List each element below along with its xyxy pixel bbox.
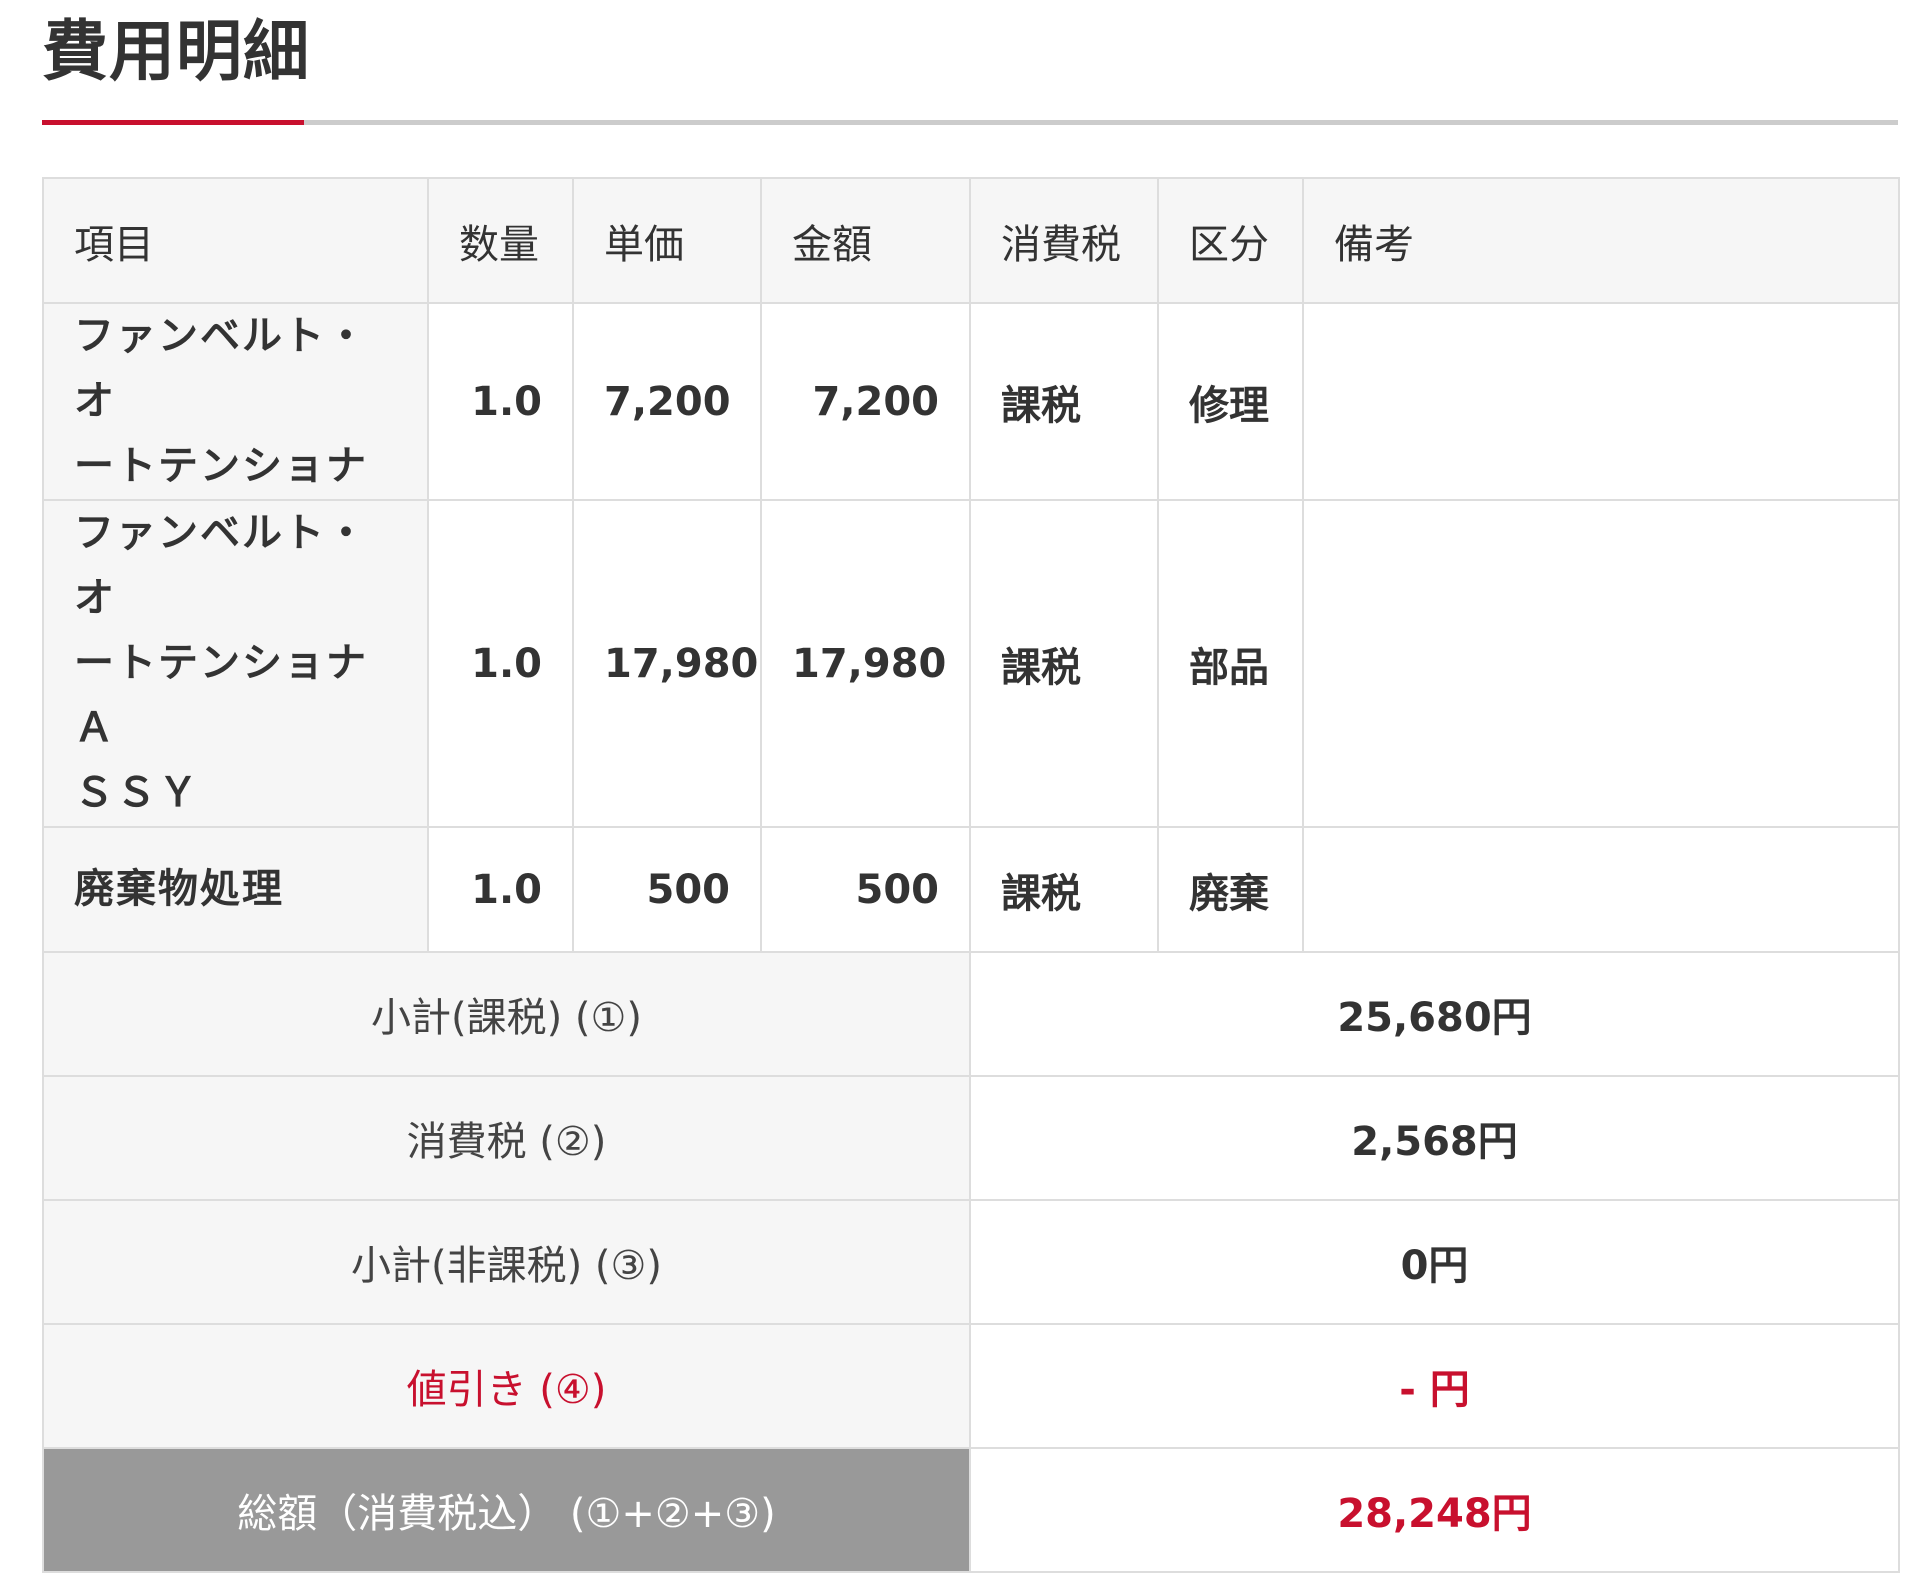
item-name-line: ファンベルト・オ	[74, 510, 368, 621]
item-qty: 1.0	[427, 302, 574, 501]
consumption-tax-label: 消費税 (②)	[42, 1075, 971, 1201]
header-amount: 金額	[760, 177, 971, 304]
summary-row-discount: 値引き (④) - 円	[42, 1323, 1900, 1449]
header-notes: 備考	[1302, 177, 1900, 304]
table-row: ファンベルト・オ ートテンショナ 1.0 7,200 7,200 課税 修理	[42, 302, 1900, 501]
item-name-line: 廃棄物処理	[74, 866, 284, 912]
item-qty: 1.0	[427, 499, 574, 828]
header-tax: 消費税	[969, 177, 1159, 304]
header-item: 項目	[42, 177, 429, 304]
table-header-row: 項目 数量 単価 金額 消費税 区分 備考	[42, 177, 1900, 304]
discount-value: - 円	[969, 1323, 1900, 1449]
item-unit-price: 7,200	[572, 302, 762, 501]
summary-row-total: 総額（消費税込） (①+②+③) 28,248円	[42, 1447, 1900, 1573]
item-category: 廃棄	[1157, 826, 1304, 953]
discount-label: 値引き (④)	[42, 1323, 971, 1449]
item-name-line: ートテンショナＡ	[74, 640, 368, 751]
item-amount: 17,980	[760, 499, 971, 828]
item-tax: 課税	[969, 826, 1159, 953]
header-unit-price: 単価	[572, 177, 762, 304]
subtotal-nontaxable-label: 小計(非課税) (③)	[42, 1199, 971, 1325]
summary-row-consumption-tax: 消費税 (②) 2,568円	[42, 1075, 1900, 1201]
item-name: 廃棄物処理	[42, 826, 429, 953]
item-name: ファンベルト・オ ートテンショナＡ ＳＳＹ	[42, 499, 429, 828]
summary-row-subtotal-taxable: 小計(課税) (①) 25,680円	[42, 951, 1900, 1077]
header-qty: 数量	[427, 177, 574, 304]
summary-row-subtotal-nontaxable: 小計(非課税) (③) 0円	[42, 1199, 1900, 1325]
cost-details-section: 費用明細 項目 数量 単価 金額 消費税 区分 備考 ファンベルト・オ ートテン…	[42, 0, 1900, 1573]
page-title: 費用明細	[42, 13, 310, 90]
header-category: 区分	[1157, 177, 1304, 304]
item-notes	[1302, 826, 1900, 953]
cost-table: 項目 数量 単価 金額 消費税 区分 備考 ファンベルト・オ ートテンショナ 1…	[42, 177, 1900, 1573]
item-amount: 500	[760, 826, 971, 953]
item-category: 修理	[1157, 302, 1304, 501]
item-tax: 課税	[969, 302, 1159, 501]
item-notes	[1302, 302, 1900, 501]
item-name-line: ファンベルト・オ	[74, 313, 368, 424]
title-divider-accent	[42, 120, 304, 125]
total-label: 総額（消費税込） (①+②+③)	[42, 1447, 971, 1573]
item-tax: 課税	[969, 499, 1159, 828]
subtotal-taxable-value: 25,680円	[969, 951, 1900, 1077]
table-row: 廃棄物処理 1.0 500 500 課税 廃棄	[42, 826, 1900, 953]
consumption-tax-value: 2,568円	[969, 1075, 1900, 1201]
subtotal-taxable-label: 小計(課税) (①)	[42, 951, 971, 1077]
item-qty: 1.0	[427, 826, 574, 953]
item-amount: 7,200	[760, 302, 971, 501]
item-name-line: ＳＳＹ	[74, 770, 200, 816]
item-name: ファンベルト・オ ートテンショナ	[42, 302, 429, 501]
total-value: 28,248円	[969, 1447, 1900, 1573]
item-category: 部品	[1157, 499, 1304, 828]
table-row: ファンベルト・オ ートテンショナＡ ＳＳＹ 1.0 17,980 17,980 …	[42, 499, 1900, 828]
item-unit-price: 500	[572, 826, 762, 953]
subtotal-nontaxable-value: 0円	[969, 1199, 1900, 1325]
title-divider	[42, 120, 1898, 125]
item-notes	[1302, 499, 1900, 828]
item-unit-price: 17,980	[572, 499, 762, 828]
item-name-line: ートテンショナ	[74, 443, 368, 489]
